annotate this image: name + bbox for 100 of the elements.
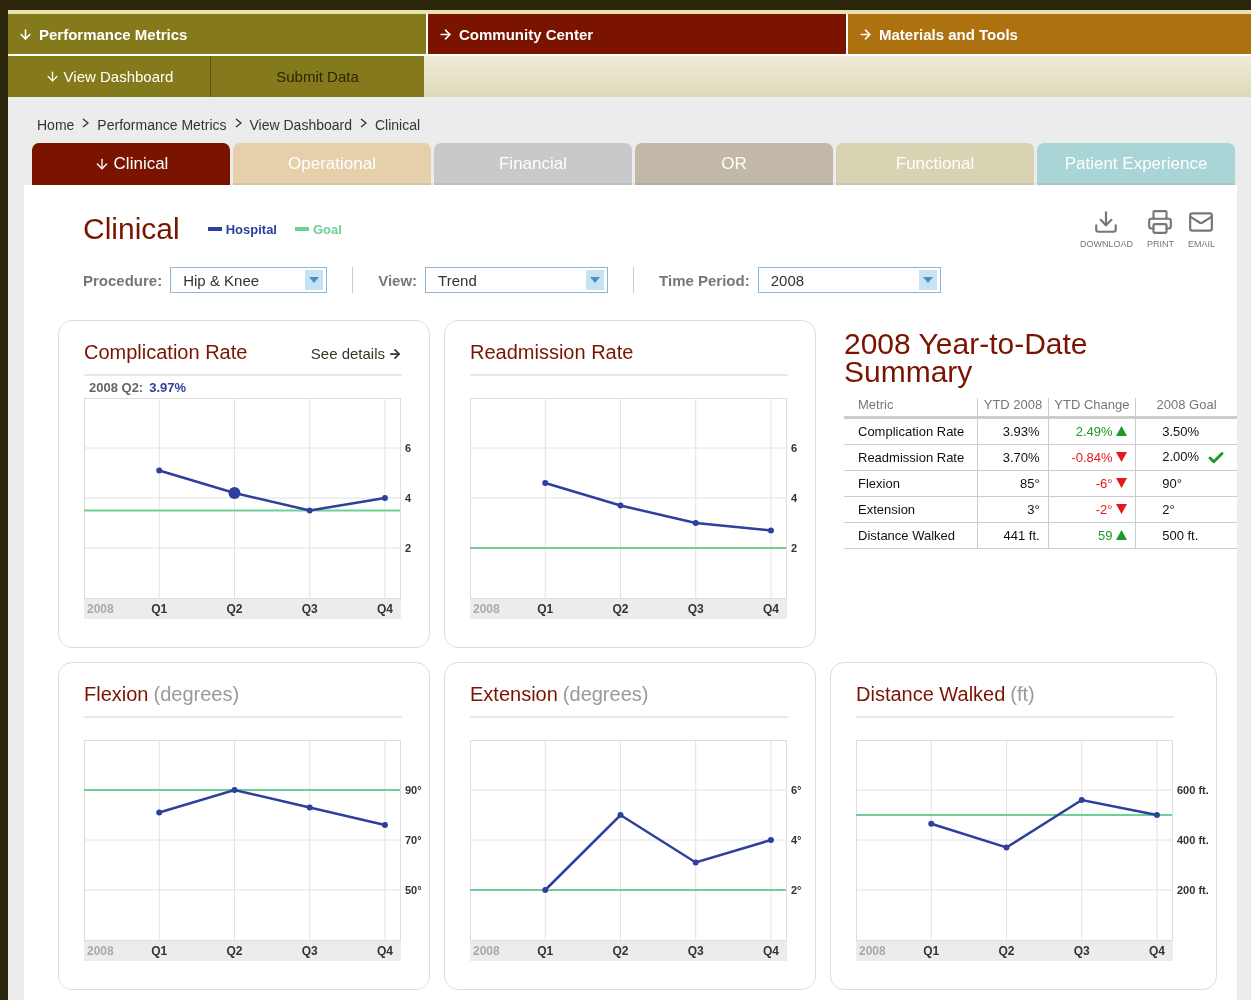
breadcrumb-link[interactable]: View Dashboard <box>249 117 352 129</box>
card-title: Readmission Rate <box>470 341 634 364</box>
download-icon <box>1093 209 1120 235</box>
chevron-icon <box>234 118 242 128</box>
axis-label: Q1 <box>537 602 554 616</box>
data-point[interactable] <box>617 812 624 818</box>
dropdown[interactable]: Trend <box>425 267 609 293</box>
data-point[interactable] <box>1078 797 1085 803</box>
breadcrumb-link[interactable]: Home <box>37 117 75 129</box>
breadcrumb-link[interactable]: Clinical <box>375 117 421 129</box>
down-triangle-icon <box>1116 504 1128 514</box>
axis-label: Q2 <box>226 602 243 616</box>
summary-title: 2008 Year-to-Date Summary <box>844 330 1089 386</box>
data-point[interactable] <box>542 480 549 486</box>
axis-label: Q1 <box>923 944 940 958</box>
card-title: Distance Walked <box>856 683 1006 706</box>
table-cell: 3.93% <box>977 417 1049 445</box>
table-cell: -6° <box>1048 470 1136 497</box>
data-point[interactable] <box>928 820 935 827</box>
axis-label: 70° <box>405 834 422 846</box>
axis-label: Q4 <box>1148 944 1165 958</box>
download-button[interactable]: DOWNLOAD <box>1079 209 1133 249</box>
data-point[interactable] <box>1003 844 1010 851</box>
data-point[interactable] <box>381 822 388 828</box>
unit-label: (ft) <box>1010 683 1035 706</box>
sub-nav-item[interactable]: Submit Data <box>211 56 424 97</box>
table-cell: Extension <box>844 496 978 523</box>
data-point[interactable] <box>617 502 624 509</box>
readout-value: 3.97% <box>149 379 187 395</box>
axis-label: 400 ft. <box>1177 834 1209 846</box>
data-point[interactable] <box>692 859 699 866</box>
dropdown[interactable]: 2008 <box>757 267 941 293</box>
top-nav-item[interactable]: Community Center <box>428 14 846 54</box>
unit-label: (degrees) <box>153 683 240 706</box>
table-cell: 2.49% <box>1048 417 1136 445</box>
top-nav-item[interactable]: Materials and Tools <box>848 14 1251 54</box>
axis-label: 2 <box>405 542 412 554</box>
table-cell: 2° <box>1135 496 1237 523</box>
card-title: Flexion <box>84 683 149 706</box>
see-details-link[interactable]: See details <box>310 345 402 362</box>
table-cell: 441 ft. <box>977 522 1049 549</box>
axis-label: 4° <box>791 834 802 846</box>
print-button[interactable]: PRINT <box>1147 209 1174 249</box>
axis-label: 6 <box>405 442 412 454</box>
data-point[interactable] <box>228 487 241 499</box>
top-nav-item[interactable]: Performance Metrics <box>8 14 426 54</box>
data-point[interactable] <box>767 837 774 843</box>
card-title: Extension <box>470 683 558 706</box>
axis-label: 200 ft. <box>1177 884 1209 896</box>
sub-nav-item[interactable]: View Dashboard <box>8 56 211 97</box>
breadcrumb-link[interactable]: Performance Metrics <box>97 117 227 129</box>
email-button[interactable]: EMAIL <box>1188 209 1215 249</box>
dropdown[interactable]: Hip & Knee <box>170 267 328 293</box>
readout-label: 2008 Q2: <box>89 379 144 395</box>
data-point[interactable] <box>692 520 699 526</box>
axis-label: Q2 <box>612 944 629 958</box>
legend-label: Hospital <box>225 221 277 237</box>
table-cell: Complication Rate <box>844 417 978 445</box>
table-cell: -2° <box>1048 496 1136 523</box>
axis-label: Q1 <box>537 944 554 958</box>
axis-label: Q4 <box>762 944 779 958</box>
data-point[interactable] <box>1153 812 1160 818</box>
tab[interactable]: Clinical <box>32 143 230 185</box>
filter-label: Time Period: <box>659 271 750 289</box>
arrow-down-icon <box>44 69 60 84</box>
table-cell: 3° <box>977 496 1049 523</box>
axis-label: 6 <box>791 442 798 454</box>
axis-label: 4 <box>791 492 798 504</box>
data-point[interactable] <box>231 787 238 793</box>
axis-label: 2008 <box>87 944 114 958</box>
data-point[interactable] <box>156 809 163 816</box>
filter-label: View: <box>378 271 418 289</box>
data-point[interactable] <box>767 527 774 534</box>
chevron-icon <box>82 118 90 128</box>
table-cell: -0.84% <box>1048 444 1136 471</box>
axis-label: Q3 <box>301 944 318 958</box>
column-header: 2008 Goal <box>1135 398 1237 418</box>
table-cell: 59 <box>1048 522 1136 549</box>
data-point[interactable] <box>306 507 313 514</box>
axis-label: Q4 <box>376 944 393 958</box>
unit-label: (degrees) <box>562 683 649 706</box>
axis-label: Q4 <box>376 602 393 616</box>
axis-label: Q3 <box>1073 944 1090 958</box>
table-cell: 500 ft. <box>1135 522 1237 549</box>
axis-label: Q2 <box>998 944 1015 958</box>
data-point[interactable] <box>381 495 388 501</box>
axis-label: Q3 <box>687 602 704 616</box>
table-cell: Readmission Rate <box>844 444 978 471</box>
data-point[interactable] <box>542 887 549 893</box>
axis-label: 2008 <box>859 944 886 958</box>
axis-label: Q4 <box>762 602 779 616</box>
caret-icon <box>922 277 933 283</box>
axis-label: Q2 <box>226 944 243 958</box>
axis-label: 2008 <box>473 602 500 616</box>
up-triangle-icon <box>1116 530 1128 540</box>
data-point[interactable] <box>306 804 313 811</box>
legend-label: Goal <box>313 221 342 237</box>
envelope-icon <box>1188 209 1215 235</box>
data-point[interactable] <box>156 467 163 474</box>
caret-icon <box>590 277 601 283</box>
